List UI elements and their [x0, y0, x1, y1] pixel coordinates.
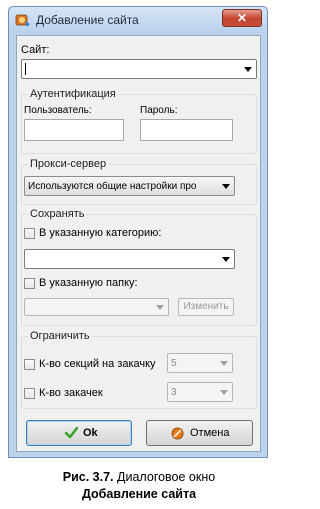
site-label: Сайт: — [21, 44, 50, 56]
change-folder-button[interactable]: Изменить — [178, 298, 234, 316]
save-group: Сохранять В указанную категорию: В указа… — [21, 208, 257, 326]
ok-button[interactable]: Ok — [26, 420, 132, 446]
cancel-circle-icon — [171, 427, 184, 443]
figure-caption-title: Добавление сайта — [81, 487, 197, 501]
downloads-select[interactable]: 3 — [167, 382, 233, 402]
chevron-down-icon — [222, 257, 230, 262]
chevron-down-icon — [220, 361, 228, 366]
cancel-button[interactable]: Отмена — [146, 420, 253, 446]
dialog-window: Добавление сайта ✕ Сайт: Аутентификация … — [8, 6, 268, 458]
folder-checkbox[interactable] — [24, 278, 35, 289]
sections-checkbox[interactable] — [24, 359, 35, 370]
auth-group-title: Аутентификация — [28, 88, 118, 100]
proxy-select[interactable]: Используются общие настройки про — [24, 176, 235, 196]
sections-select[interactable]: 5 — [167, 353, 233, 373]
flashget-icon — [15, 12, 31, 28]
title-bar[interactable]: Добавление сайта ✕ — [9, 7, 267, 33]
folder-checkbox-label[interactable]: В указанную папку: — [39, 277, 138, 289]
sections-value: 5 — [171, 358, 177, 369]
folder-select[interactable] — [24, 298, 169, 316]
password-label: Пароль: — [140, 105, 178, 116]
dialog-client-area: Сайт: Аутентификация Пользователь: Парол… — [16, 35, 261, 452]
chevron-down-icon — [220, 390, 228, 395]
sections-checkbox-label[interactable]: К-во секций на закачку — [39, 358, 156, 370]
proxy-group: Прокси-сервер Используются общие настрой… — [21, 158, 257, 205]
proxy-group-title: Прокси-сервер — [28, 158, 109, 170]
password-input[interactable] — [140, 119, 233, 141]
category-select[interactable] — [24, 249, 235, 269]
figure-caption-text: Диалоговое окно — [117, 470, 216, 484]
chevron-down-icon — [156, 305, 164, 310]
auth-group: Аутентификация Пользователь: Пароль: — [21, 88, 257, 154]
close-icon: ✕ — [236, 11, 248, 25]
save-group-title: Сохранять — [28, 208, 87, 220]
site-combobox[interactable] — [21, 59, 257, 79]
downloads-value: 3 — [171, 387, 177, 398]
chevron-down-icon — [222, 184, 230, 189]
chevron-down-icon — [244, 67, 252, 72]
user-label: Пользователь: — [24, 105, 92, 116]
figure-caption: Рис. 3.7. Диалоговое окно — [0, 470, 278, 484]
category-checkbox-label[interactable]: В указанную категорию: — [39, 227, 161, 239]
downloads-checkbox[interactable] — [24, 388, 35, 399]
text-caret — [25, 63, 26, 75]
user-input[interactable] — [24, 119, 124, 141]
category-checkbox[interactable] — [24, 228, 35, 239]
proxy-selected-value: Используются общие настройки про — [28, 181, 197, 192]
figure-number: Рис. 3.7. — [62, 470, 114, 484]
limit-group-title: Ограничить — [28, 330, 92, 342]
limit-group: Ограничить К-во секций на закачку 5 К-во… — [21, 330, 257, 409]
close-button[interactable]: ✕ — [222, 9, 262, 27]
window-title: Добавление сайта — [36, 13, 139, 27]
cancel-label: Отмена — [190, 427, 230, 439]
checkmark-icon — [64, 426, 79, 442]
ok-label: Ok — [83, 427, 98, 439]
downloads-checkbox-label[interactable]: К-во закачек — [39, 387, 103, 399]
